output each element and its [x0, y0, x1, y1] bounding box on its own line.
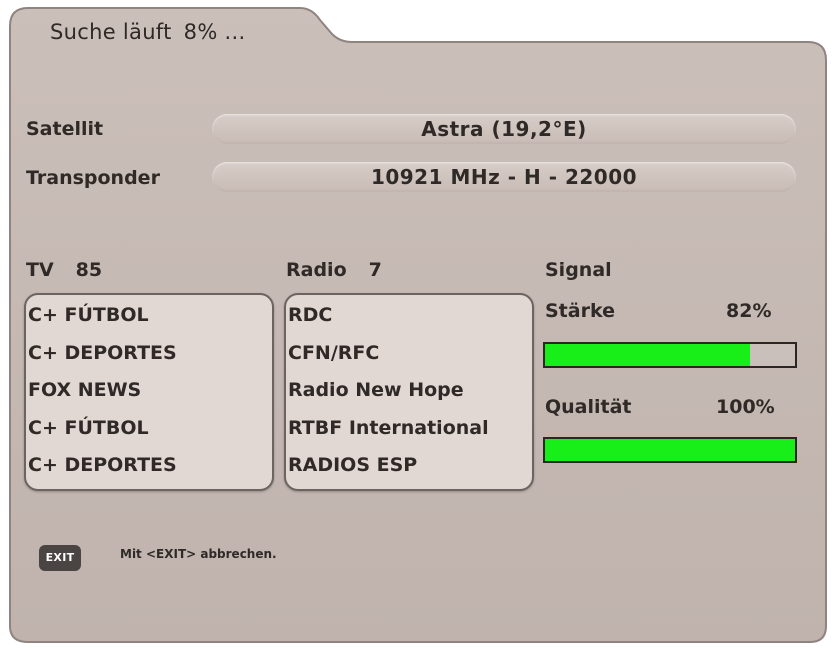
list-item: C+ DEPORTES — [28, 454, 177, 476]
tv-label: TV — [26, 259, 54, 281]
list-item: CFN/RFC — [288, 341, 380, 364]
page-title: Suche läuft — [50, 20, 172, 44]
quality-bar-fill — [545, 439, 795, 461]
list-item: Radio New Hope — [288, 379, 464, 401]
tv-channel-list: C+ FÚTBOL C+ DEPORTES FOX NEWS C+ FÚTBOL… — [24, 293, 274, 491]
list-item: RTBF International — [288, 416, 489, 439]
transponder-value: 10921 MHz - H - 22000 — [212, 162, 796, 192]
signal-heading: Signal — [545, 259, 612, 281]
list-item: FOX NEWS — [28, 379, 142, 401]
strength-bar-fill — [545, 344, 750, 366]
transponder-label: Transponder — [26, 167, 160, 189]
radio-label: Radio — [286, 259, 347, 281]
strength-bar — [543, 342, 797, 368]
search-status: Suche läuft 8% ... — [50, 20, 246, 44]
tv-count: 85 — [75, 259, 103, 281]
quality-value: 100% — [716, 396, 775, 418]
satellite-label: Satellit — [26, 118, 104, 140]
satellite-value: Astra (19,2°E) — [212, 114, 796, 144]
list-item: C+ FÚTBOL — [28, 304, 149, 326]
exit-hint: Mit <EXIT> abbrechen. — [120, 547, 277, 561]
radio-count: 7 — [368, 259, 382, 281]
strength-value: 82% — [726, 300, 772, 322]
quality-label: Qualität — [545, 396, 632, 418]
list-item: C+ FÚTBOL — [28, 416, 149, 439]
list-item: RDC — [288, 304, 333, 326]
strength-label: Stärke — [545, 300, 615, 322]
search-progress: 8% ... — [183, 20, 246, 44]
list-item: C+ DEPORTES — [28, 341, 177, 364]
channel-search-screen: Suche läuft 8% ... Satellit Astra (19,2°E… — [0, 0, 834, 651]
quality-bar — [543, 437, 797, 463]
radio-header: Radio 7 — [286, 259, 382, 281]
tv-header: TV 85 — [26, 259, 102, 281]
exit-key-icon[interactable]: EXIT — [39, 545, 81, 571]
radio-channel-list: RDC CFN/RFC Radio New Hope RTBF Internat… — [284, 293, 534, 491]
list-item: RADIOS ESP — [288, 454, 418, 476]
